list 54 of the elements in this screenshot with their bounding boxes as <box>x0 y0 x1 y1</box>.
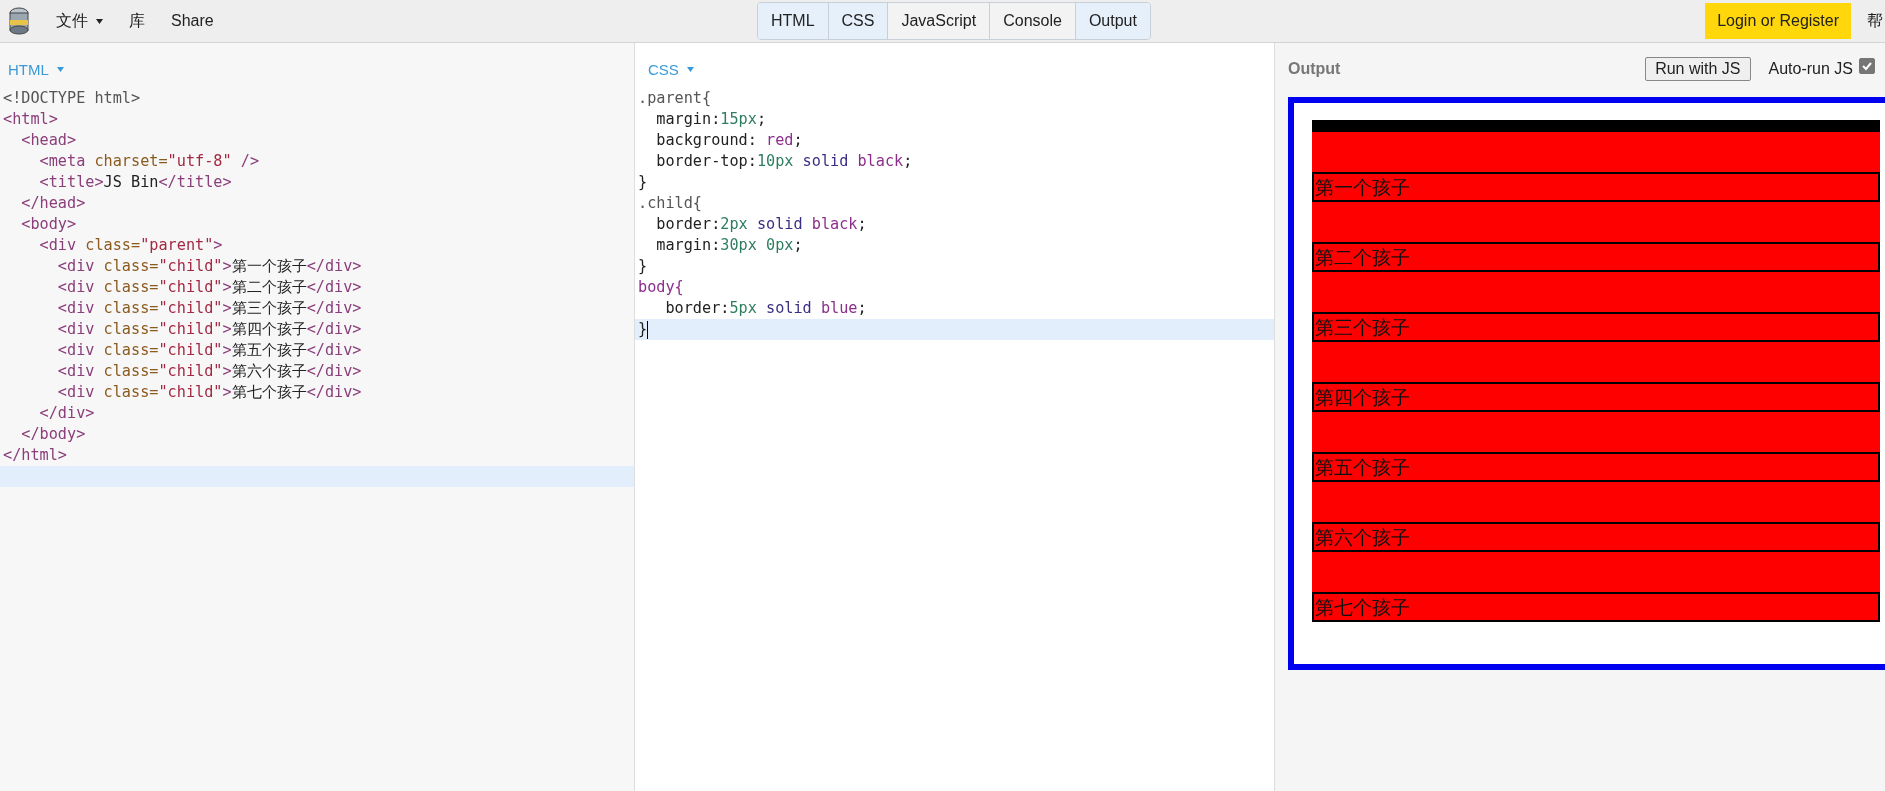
code-line: margin:15px; <box>655 109 768 130</box>
logo-icon[interactable] <box>8 7 30 35</box>
child-block: 第三个孩子 <box>1312 312 1880 342</box>
code-line: <div class="child">第三个孩子</div> <box>56 298 363 319</box>
menu-item[interactable]: 库 <box>129 10 145 32</box>
code-line: <title>JS Bin</title> <box>38 172 233 193</box>
child-block: 第四个孩子 <box>1312 382 1880 412</box>
panel-tab[interactable]: HTML <box>758 3 828 39</box>
panel-title: Output <box>1288 60 1341 78</box>
code-line: <div class="child">第五个孩子</div> <box>56 340 363 361</box>
panel-tab[interactable]: Output <box>1074 3 1150 39</box>
login-button[interactable]: Login or Register <box>1705 3 1851 39</box>
child-block: 第五个孩子 <box>1312 452 1880 482</box>
help-menu[interactable]: 帮 <box>1867 10 1883 32</box>
code-line: <div class="child">第四个孩子</div> <box>56 319 363 340</box>
caret-icon <box>96 18 103 24</box>
code-line: border:2px solid black; <box>655 214 868 235</box>
code-line: <head> <box>20 130 78 151</box>
code-line: <div class="parent"> <box>38 235 224 256</box>
code-line: body{ <box>637 277 685 298</box>
code-line: <div class="child">第二个孩子</div> <box>56 277 363 298</box>
code-line: .parent{ <box>637 88 713 109</box>
code-line: <!DOCTYPE html> <box>2 88 142 109</box>
code-line: .child{ <box>637 193 703 214</box>
caret-icon <box>686 67 694 72</box>
child-block: 第二个孩子 <box>1312 242 1880 272</box>
code-line: border:5px solid blue; <box>664 298 868 319</box>
code-line: </body> <box>20 424 87 445</box>
code-line: <div class="child">第六个孩子</div> <box>56 361 363 382</box>
panel-tab[interactable]: Console <box>989 3 1075 39</box>
code-line: </div> <box>38 403 96 424</box>
code-line: border-top:10px solid black; <box>655 151 914 172</box>
panel-tab[interactable]: JavaScript <box>887 3 990 39</box>
code-line: margin:30px 0px; <box>655 235 804 256</box>
caret-icon <box>56 67 64 72</box>
panel-tab[interactable]: CSS <box>827 3 888 39</box>
code-line: } <box>637 172 649 193</box>
autorun-label: Auto-run JS <box>1768 60 1853 78</box>
child-block: 第六个孩子 <box>1312 522 1880 552</box>
code-line: <div class="child">第七个孩子</div> <box>56 382 363 403</box>
menu-item[interactable]: Share <box>171 12 214 30</box>
code-line: <meta charset="utf-8" /> <box>38 151 261 172</box>
code-line: <div class="child">第一个孩子</div> <box>56 256 363 277</box>
child-block: 第一个孩子 <box>1312 172 1880 202</box>
menu-item[interactable]: 文件 <box>56 10 103 32</box>
code-line: background: red; <box>655 130 804 151</box>
code-line: </html> <box>2 445 68 466</box>
code-line: <html> <box>2 109 59 130</box>
autorun-checkbox[interactable] <box>1859 58 1875 74</box>
code-line: </head> <box>20 193 87 214</box>
code-line: } <box>637 256 649 277</box>
code-line: <body> <box>20 214 78 235</box>
run-button[interactable]: Run with JS <box>1645 57 1751 81</box>
child-block: 第七个孩子 <box>1312 592 1880 622</box>
